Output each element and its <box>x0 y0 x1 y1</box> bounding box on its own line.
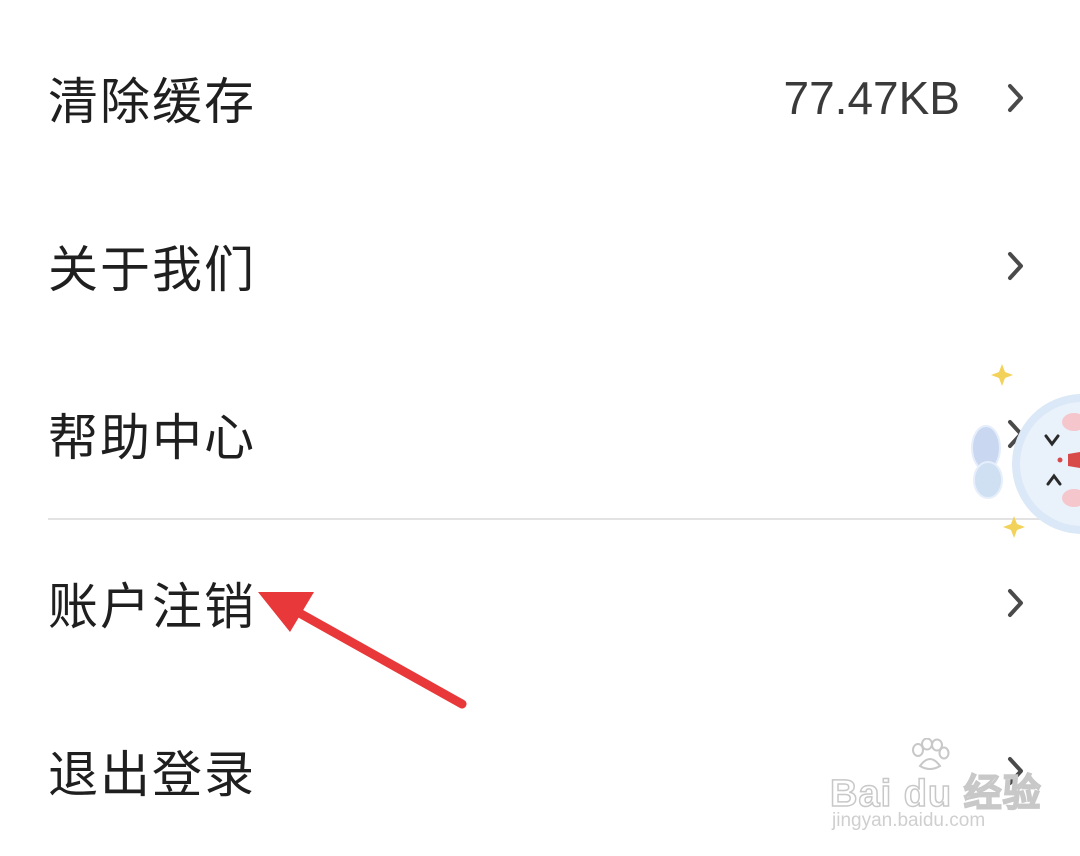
settings-page: 清除缓存 77.47KB 关于我们 帮助中心 账户注销 退出登录 Bai du … <box>0 0 1080 856</box>
watermark-url: jingyan.baidu.com <box>832 810 986 831</box>
account-deletion-item[interactable]: 账户注销 <box>0 543 1080 663</box>
account-deletion-label: 账户注销 <box>48 578 256 636</box>
about-us-item[interactable]: 关于我们 <box>0 206 1080 326</box>
help-center-label: 帮助中心 <box>48 409 256 467</box>
red-arrow-annotation <box>258 592 467 709</box>
baidu-watermark: Bai du 经验 jingyan.baidu.com <box>822 738 1052 838</box>
watermark-brand: Bai du 经验 <box>829 772 1042 816</box>
chevron-right-icon <box>1008 589 1023 617</box>
clear-cache-item[interactable]: 清除缓存 77.47KB <box>0 38 1080 158</box>
help-center-item[interactable]: 帮助中心 <box>0 374 1080 494</box>
cache-size-value: 77.47KB <box>783 72 960 124</box>
clear-cache-label: 清除缓存 <box>48 73 256 131</box>
chevron-right-icon <box>1008 252 1023 280</box>
floating-mascot-icon[interactable] <box>962 356 1080 546</box>
about-us-label: 关于我们 <box>48 241 256 299</box>
chevron-right-icon <box>1008 84 1023 112</box>
section-divider <box>48 518 1080 520</box>
logout-label: 退出登录 <box>48 746 256 804</box>
